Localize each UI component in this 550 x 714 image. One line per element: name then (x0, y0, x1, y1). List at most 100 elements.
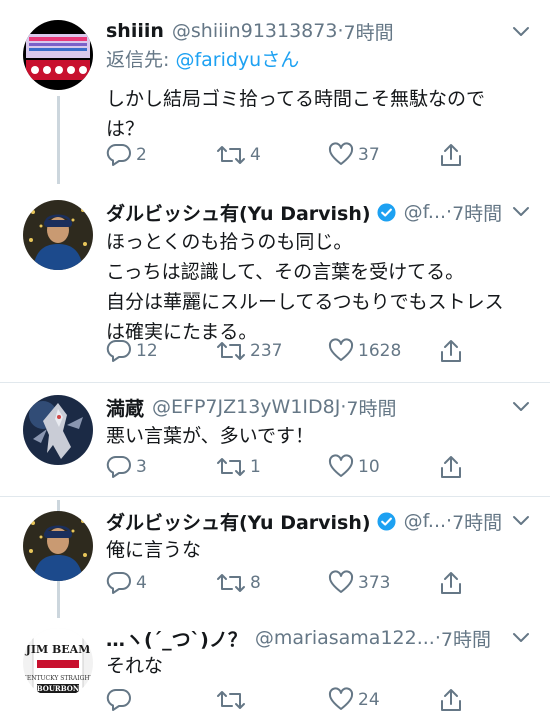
reply-button[interactable] (106, 686, 136, 714)
tweet-text-line: こっちは認識して、その言葉を受けてる。 (106, 261, 465, 283)
tweet-actions: 24 (106, 686, 486, 714)
share-icon (441, 689, 461, 711)
like-count: 37 (358, 145, 380, 165)
reply-button[interactable]: 2 (106, 141, 147, 169)
tweet-header: ダルビッシュ有(Yu Darvish) @f... · 7時間 (106, 506, 520, 536)
share-icon (441, 340, 461, 362)
display-name[interactable]: shiiin (106, 20, 164, 42)
tweet-text: 俺に言うな (106, 535, 526, 565)
retweet-icon (217, 342, 245, 360)
like-count: 1628 (358, 341, 402, 361)
share-button[interactable] (439, 141, 463, 169)
chevron-down-icon[interactable] (512, 401, 530, 413)
share-button[interactable] (439, 453, 463, 481)
reply-to-user-link[interactable]: @faridyuさん (175, 49, 299, 71)
avatar[interactable] (23, 20, 93, 90)
tweet-header: …ヽ(´_つ`)ノ？ @mariasama122... · 7時間 (106, 623, 520, 653)
retweet-icon (217, 146, 245, 164)
avatar[interactable] (23, 511, 93, 581)
reply-button[interactable]: 4 (106, 569, 147, 597)
verified-badge-icon (377, 511, 396, 531)
tweet-text-line: しかし結局ゴミ拾ってる時間こそ無駄なので (106, 88, 486, 110)
reply-icon (106, 688, 131, 711)
share-button[interactable] (439, 686, 463, 714)
reply-count: 4 (136, 573, 147, 593)
verified-badge-icon (377, 202, 396, 222)
display-name[interactable]: ダルビッシュ有(Yu Darvish) (106, 508, 371, 535)
retweet-icon (217, 574, 245, 592)
svg-text:JIM BEAM: JIM BEAM (25, 643, 91, 656)
chevron-down-icon[interactable] (512, 632, 530, 644)
reply-button[interactable]: 12 (106, 337, 158, 365)
timestamp[interactable]: 7時間 (452, 199, 502, 226)
retweet-button[interactable]: 4 (216, 141, 261, 169)
tweet[interactable]: shiiin @shiiin91313873 · 7時間 返信先: @farid… (0, 0, 550, 185)
timestamp[interactable]: 7時間 (346, 394, 396, 421)
display-name[interactable]: ダルビッシュ有(Yu Darvish) (106, 199, 371, 226)
tweet-text-line: 俺に言うな (106, 539, 202, 561)
retweet-button[interactable]: 237 (216, 337, 282, 365)
retweet-icon (217, 458, 245, 476)
reply-icon (106, 455, 131, 478)
reply-button[interactable]: 3 (106, 453, 147, 481)
heart-icon (328, 454, 354, 477)
user-handle[interactable]: @shiiin91313873 (172, 20, 338, 42)
like-button[interactable]: 37 (328, 141, 380, 169)
retweet-button[interactable]: 8 (216, 569, 261, 597)
tweet-text-line: 自分は華麗にスルーしてるつもりでもストレス (106, 291, 504, 313)
tweet[interactable]: 満蔵 @EFP7JZ13yW1ID8J · 7時間 悪い言葉が、多いです！ 3 … (0, 383, 550, 496)
chevron-down-icon[interactable] (512, 515, 530, 527)
like-button[interactable]: 1628 (328, 337, 401, 365)
reply-to-label: 返信先: (106, 49, 176, 71)
tweet-header: 満蔵 @EFP7JZ13yW1ID8J · 7時間 (106, 392, 520, 422)
chevron-down-icon[interactable] (512, 206, 530, 218)
avatar[interactable] (23, 200, 93, 270)
tweet-actions: 12 237 1628 (106, 337, 486, 365)
timestamp[interactable]: 7時間 (343, 18, 393, 45)
tweet-text-line: は？ (106, 118, 145, 140)
tweet-header: shiiin @shiiin91313873 · 7時間 (106, 16, 520, 46)
reply-count: 2 (136, 145, 147, 165)
user-handle[interactable]: @mariasama122... (255, 627, 435, 649)
heart-icon (328, 142, 354, 165)
user-handle[interactable]: @f... (404, 201, 446, 223)
display-name[interactable]: …ヽ(´_つ`)ノ？ (106, 625, 247, 652)
heart-icon (328, 338, 354, 361)
user-handle[interactable]: @f... (404, 510, 446, 532)
chevron-down-icon[interactable] (512, 26, 530, 38)
tweet[interactable]: JIM BEAM KENTUCKY STRAIGHT BOURBON …ヽ(´_… (0, 618, 550, 711)
retweet-button[interactable]: 1 (216, 453, 261, 481)
tweet-actions: 2 4 37 (106, 141, 486, 169)
share-button[interactable] (439, 337, 463, 365)
tweet-text: 悪い言葉が、多いです！ (106, 421, 526, 451)
share-icon (441, 572, 461, 594)
reply-context: 返信先: @faridyuさん (106, 45, 299, 72)
retweet-button[interactable] (216, 686, 250, 714)
timestamp[interactable]: 7時間 (441, 625, 491, 652)
retweet-count: 4 (250, 145, 261, 165)
like-button[interactable]: 373 (328, 569, 390, 597)
reply-icon (106, 143, 131, 166)
tweet-header: ダルビッシュ有(Yu Darvish) @f... · 7時間 (106, 197, 520, 227)
display-name[interactable]: 満蔵 (106, 394, 144, 421)
reply-icon (106, 339, 131, 362)
tweet-text-line: 悪い言葉が、多いです！ (106, 425, 315, 447)
like-button[interactable]: 10 (328, 453, 380, 481)
user-handle[interactable]: @EFP7JZ13yW1ID8J (152, 396, 340, 418)
reply-count: 3 (136, 457, 147, 477)
like-count: 373 (358, 573, 391, 593)
like-button[interactable]: 24 (328, 686, 380, 714)
like-count: 24 (358, 690, 380, 710)
avatar[interactable] (23, 395, 93, 465)
svg-text:BOURBON: BOURBON (37, 684, 80, 693)
avatar[interactable]: JIM BEAM KENTUCKY STRAIGHT BOURBON (23, 628, 93, 698)
heart-icon (328, 570, 354, 593)
tweet[interactable]: ダルビッシュ有(Yu Darvish) @f... · 7時間 ほっとくのも拾う… (0, 185, 550, 382)
tweet-text-line: それな (106, 655, 164, 677)
retweet-count: 8 (250, 573, 261, 593)
reply-icon (106, 571, 131, 594)
share-button[interactable] (439, 569, 463, 597)
timestamp[interactable]: 7時間 (452, 508, 502, 535)
tweet[interactable]: ダルビッシュ有(Yu Darvish) @f... · 7時間 俺に言うな 4 … (0, 497, 550, 617)
like-count: 10 (358, 457, 380, 477)
